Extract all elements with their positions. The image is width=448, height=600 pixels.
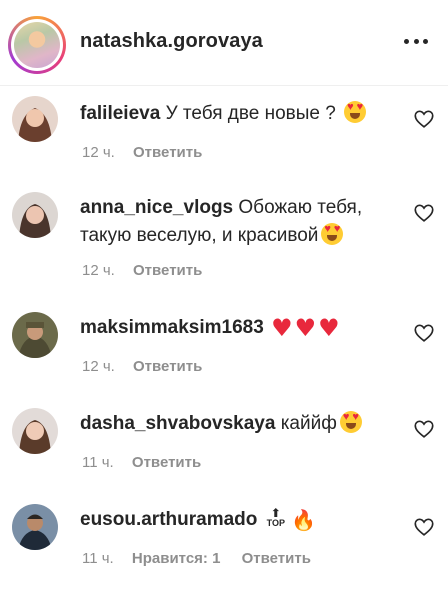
top-arrow-emoji-icon: ⬆ TOP: [266, 506, 285, 528]
red-heart-emoji-icon: ♥: [294, 314, 317, 342]
header-username[interactable]: natashka.gorovaya: [80, 30, 263, 53]
reply-button[interactable]: Ответить: [133, 262, 202, 279]
comment-text: каййф: [280, 413, 337, 434]
heart-eyes-emoji-icon: [344, 101, 367, 123]
reply-button[interactable]: Ответить: [242, 550, 311, 567]
heart-outline-icon[interactable]: [413, 322, 435, 344]
comment-username[interactable]: falileieva: [80, 103, 160, 124]
comment-time: 12 ч.: [82, 262, 115, 279]
comment-username[interactable]: maksimmaksim1683: [80, 317, 264, 338]
comment-username[interactable]: anna_nice_vlogs: [80, 197, 233, 218]
red-heart-emoji-icon: ♥: [271, 314, 293, 342]
avatar[interactable]: [12, 96, 58, 142]
comment-time: 12 ч.: [82, 144, 115, 161]
likes-count-button[interactable]: Нравится: 1: [132, 550, 221, 567]
comment-text: У тебя две новые ?: [165, 103, 336, 124]
reply-button[interactable]: Ответить: [133, 144, 202, 161]
reply-button[interactable]: Ответить: [132, 454, 201, 471]
reply-button[interactable]: Ответить: [133, 358, 202, 375]
comment-time: 11 ч.: [82, 454, 114, 471]
red-heart-emoji-icon: ♥: [318, 314, 340, 342]
heart-outline-icon[interactable]: [413, 418, 435, 440]
avatar[interactable]: [12, 192, 58, 238]
fire-emoji-icon: 🔥: [291, 508, 316, 532]
more-options-icon[interactable]: [399, 30, 433, 52]
profile-avatar[interactable]: [8, 16, 66, 74]
avatar[interactable]: [12, 312, 58, 358]
comment-time: 12 ч.: [82, 358, 115, 375]
comment-username[interactable]: dasha_shvabovskaya: [80, 413, 275, 434]
heart-eyes-emoji-icon: [321, 223, 344, 245]
comment-time: 11 ч.: [82, 550, 114, 567]
heart-eyes-emoji-icon: [339, 411, 362, 433]
heart-outline-icon[interactable]: [413, 516, 435, 538]
comment-username[interactable]: eusou.arthuramado: [80, 509, 257, 530]
post-header: natashka.gorovaya: [0, 0, 448, 86]
avatar[interactable]: [12, 504, 58, 550]
avatar[interactable]: [12, 408, 58, 454]
heart-outline-icon[interactable]: [413, 202, 435, 224]
heart-outline-icon[interactable]: [413, 108, 435, 130]
